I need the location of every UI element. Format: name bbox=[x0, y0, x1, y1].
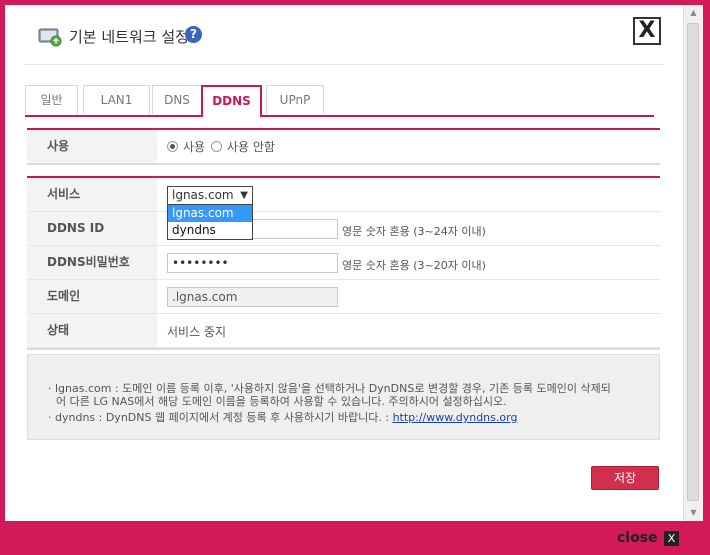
status-label: 상태 bbox=[27, 314, 157, 347]
save-button[interactable]: 저장 bbox=[591, 466, 659, 490]
usage-on-radio[interactable] bbox=[167, 141, 178, 152]
dialog-title: 기본 네트워크 설정 bbox=[69, 28, 189, 46]
usage-row: 사용 사용 사용 안함 bbox=[27, 130, 660, 163]
service-select[interactable]: lgnas.com ▼ bbox=[167, 186, 253, 205]
ddns-password-label: DDNS비밀번호 bbox=[27, 246, 157, 279]
service-label: 서비스 bbox=[27, 178, 157, 211]
network-settings-dialog: 기본 네트워크 설정 ? X 일반 LAN1 DNS DDNS UPnP 사용 … bbox=[5, 5, 683, 521]
ddns-id-hint: 영문 숫자 혼용 (3~24자 이내) bbox=[342, 225, 486, 238]
dialog-close-button[interactable]: X bbox=[633, 17, 661, 45]
service-dropdown: lgnas.com dyndns bbox=[167, 204, 253, 240]
domain-label: 도메인 bbox=[27, 280, 157, 313]
usage-table: 사용 사용 사용 안함 bbox=[27, 128, 660, 165]
scroll-down-icon[interactable]: ▼ bbox=[684, 505, 703, 521]
note-dyndns: · dyndns : DynDNS 웹 페이지에서 계정 등록 후 사용하시기 … bbox=[48, 411, 648, 425]
tab-upnp[interactable]: UPnP bbox=[266, 85, 324, 114]
status-value: 서비스 중지 bbox=[167, 325, 227, 339]
chevron-down-icon: ▼ bbox=[240, 190, 248, 201]
service-row: 서비스 bbox=[27, 178, 660, 212]
usage-off-label[interactable]: 사용 안함 bbox=[227, 138, 275, 155]
domain-field: .lgnas.com bbox=[167, 287, 338, 307]
scroll-up-icon[interactable]: ▲ bbox=[684, 5, 703, 21]
ddns-password-row: DDNS비밀번호 •••••••• 영문 숫자 혼용 (3~20자 이내) bbox=[27, 246, 660, 280]
domain-cell: .lgnas.com bbox=[167, 280, 660, 313]
status-row: 상태 서비스 중지 bbox=[27, 314, 660, 348]
tab-ddns[interactable]: DDNS bbox=[201, 85, 262, 117]
ddns-password-cell: •••••••• 영문 숫자 혼용 (3~20자 이내) bbox=[167, 246, 660, 279]
tab-bar: 일반 LAN1 DNS DDNS UPnP bbox=[25, 85, 654, 117]
tab-dns[interactable]: DNS bbox=[152, 85, 202, 114]
usage-on-label[interactable]: 사용 bbox=[183, 138, 205, 155]
service-selected-value: lgnas.com bbox=[172, 188, 234, 202]
domain-row: 도메인 .lgnas.com bbox=[27, 280, 660, 314]
vertical-scrollbar[interactable]: ▲ ▼ bbox=[683, 5, 703, 521]
ddns-password-input[interactable]: •••••••• bbox=[167, 253, 338, 273]
help-icon[interactable]: ? bbox=[185, 26, 202, 43]
notes-box: · lgnas.com : 도메인 이름 등록 이후, '사용하지 않음'을 선… bbox=[27, 354, 660, 440]
tab-lan1[interactable]: LAN1 bbox=[83, 85, 150, 114]
usage-off-radio[interactable] bbox=[211, 141, 222, 152]
footer-close-link[interactable]: close bbox=[617, 530, 658, 546]
note-lgnas-line1: · lgnas.com : 도메인 이름 등록 이후, '사용하지 않음'을 선… bbox=[48, 382, 611, 395]
network-settings-icon bbox=[37, 26, 63, 48]
tab-general[interactable]: 일반 bbox=[25, 85, 78, 114]
note-dyndns-text: · dyndns : DynDNS 웹 페이지에서 계정 등록 후 사용하시기 … bbox=[48, 411, 390, 424]
scroll-thumb[interactable] bbox=[687, 23, 699, 501]
dyndns-link[interactable]: http://www.dyndns.org bbox=[393, 411, 518, 424]
ddns-id-row: DDNS ID 영문 숫자 혼용 (3~24자 이내) bbox=[27, 212, 660, 246]
usage-label: 사용 bbox=[27, 130, 157, 163]
service-option-dyndns[interactable]: dyndns bbox=[168, 222, 252, 239]
ddns-id-label: DDNS ID bbox=[27, 212, 157, 245]
note-lgnas-line2: 어 다른 LG NAS에서 해당 도메인 이름을 등록하여 사용할 수 있습니다… bbox=[56, 395, 507, 408]
footer-close-icon[interactable]: X bbox=[664, 531, 679, 546]
ddns-password-hint: 영문 숫자 혼용 (3~20자 이내) bbox=[342, 259, 486, 272]
dialog-header: 기본 네트워크 설정 ? X bbox=[5, 5, 683, 65]
status-cell: 서비스 중지 bbox=[167, 314, 660, 347]
header-divider bbox=[25, 64, 663, 65]
usage-options: 사용 사용 안함 bbox=[167, 130, 660, 163]
ddns-settings-table: 서비스 DDNS ID 영문 숫자 혼용 (3~24자 이내) DDNS비밀번호… bbox=[27, 176, 660, 350]
service-option-lgnas[interactable]: lgnas.com bbox=[168, 205, 252, 222]
